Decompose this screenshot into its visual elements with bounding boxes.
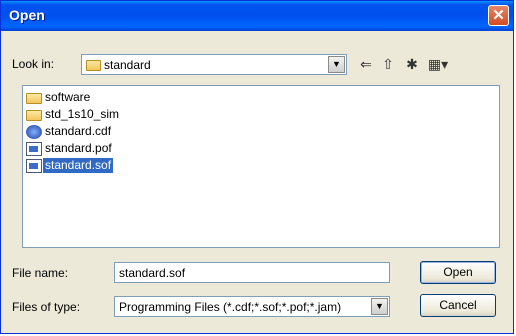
open-dialog: Open ✕ Look in: standard ▼ ⇐ ⇧ ✱ ▦▾ soft… [0,0,514,334]
dialog-title: Open [9,7,45,23]
list-item[interactable]: standard.pof [26,140,114,157]
files-of-type-label: Files of type: [12,300,81,314]
list-item[interactable]: software [26,89,92,106]
close-button[interactable]: ✕ [488,5,509,26]
back-arrow-icon[interactable]: ⇐ [356,55,376,73]
cancel-button[interactable]: Cancel [420,294,496,317]
list-item[interactable]: standard.cdf [26,123,113,140]
new-folder-icon[interactable]: ✱ [402,55,422,73]
look-in-label: Look in: [12,57,55,71]
list-item[interactable]: std_1s10_sim [26,106,121,123]
close-icon: ✕ [492,7,505,24]
files-of-type-dropdown[interactable]: Programming Files (*.cdf;*.sof;*.pof;*.j… [114,296,390,317]
look-in-value: standard [104,58,151,72]
title-bar[interactable]: Open ✕ [1,1,513,31]
list-item[interactable]: standard.sof [26,157,114,174]
file-list[interactable]: software std_1s10_sim standard.cdf stand… [22,85,500,248]
folder-icon [26,93,42,104]
up-folder-icon[interactable]: ⇧ [378,55,398,73]
folder-icon [26,110,42,121]
folder-icon [86,60,101,71]
chevron-down-icon[interactable]: ▼ [371,298,388,315]
chevron-down-icon[interactable]: ▼ [328,56,345,73]
open-button[interactable]: Open [420,261,496,284]
file-name-value: standard.sof [119,266,186,280]
pof-file-icon [26,141,42,156]
file-name-label: File name: [12,266,69,280]
cdf-icon [26,124,42,139]
files-of-type-value: Programming Files (*.cdf;*.sof;*.pof;*.j… [119,300,342,314]
sof-file-icon [26,158,42,173]
look-in-dropdown[interactable]: standard ▼ [81,54,347,75]
view-menu-icon[interactable]: ▦▾ [424,55,452,73]
file-name-input[interactable]: standard.sof [114,262,390,283]
